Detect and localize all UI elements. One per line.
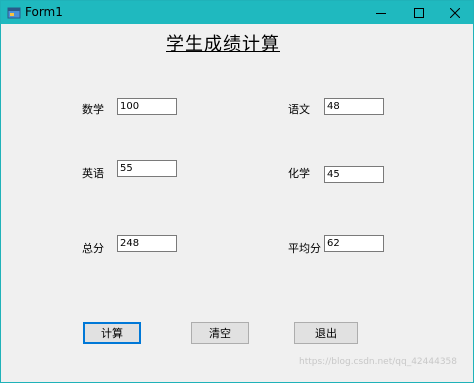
- math-input[interactable]: 100: [117, 98, 177, 115]
- maximize-icon: [414, 3, 424, 22]
- english-input[interactable]: 55: [117, 160, 177, 177]
- total-input[interactable]: 248: [117, 235, 177, 252]
- minimize-icon: [376, 3, 386, 22]
- calculate-button[interactable]: 计算: [83, 322, 141, 344]
- chemistry-input[interactable]: 45: [324, 166, 384, 183]
- chinese-label: 语文: [288, 103, 310, 116]
- clear-button[interactable]: 清空: [191, 322, 249, 344]
- form-client-area: 学生成绩计算 数学 100 语文 48 英语 55 化学 45 总分 248 平…: [1, 24, 473, 382]
- average-input[interactable]: 62: [324, 235, 384, 252]
- window-title: Form1: [25, 5, 63, 19]
- close-icon: [449, 3, 461, 22]
- english-label: 英语: [82, 167, 104, 180]
- exit-button[interactable]: 退出: [294, 322, 358, 344]
- average-label: 平均分: [288, 242, 321, 255]
- watermark: https://blog.csdn.net/qq_42444358: [299, 357, 458, 367]
- chemistry-label: 化学: [288, 167, 310, 180]
- chinese-input[interactable]: 48: [324, 98, 384, 115]
- page-title: 学生成绩计算: [166, 34, 280, 55]
- math-label: 数学: [82, 103, 104, 116]
- close-button[interactable]: [433, 1, 474, 24]
- total-label: 总分: [82, 242, 104, 255]
- app-icon: [7, 5, 21, 19]
- app-window: Form1 学生成绩计算 数学 100 语文 48 英语 55 化学 45 总分…: [0, 0, 474, 383]
- title-bar[interactable]: Form1: [1, 1, 473, 24]
